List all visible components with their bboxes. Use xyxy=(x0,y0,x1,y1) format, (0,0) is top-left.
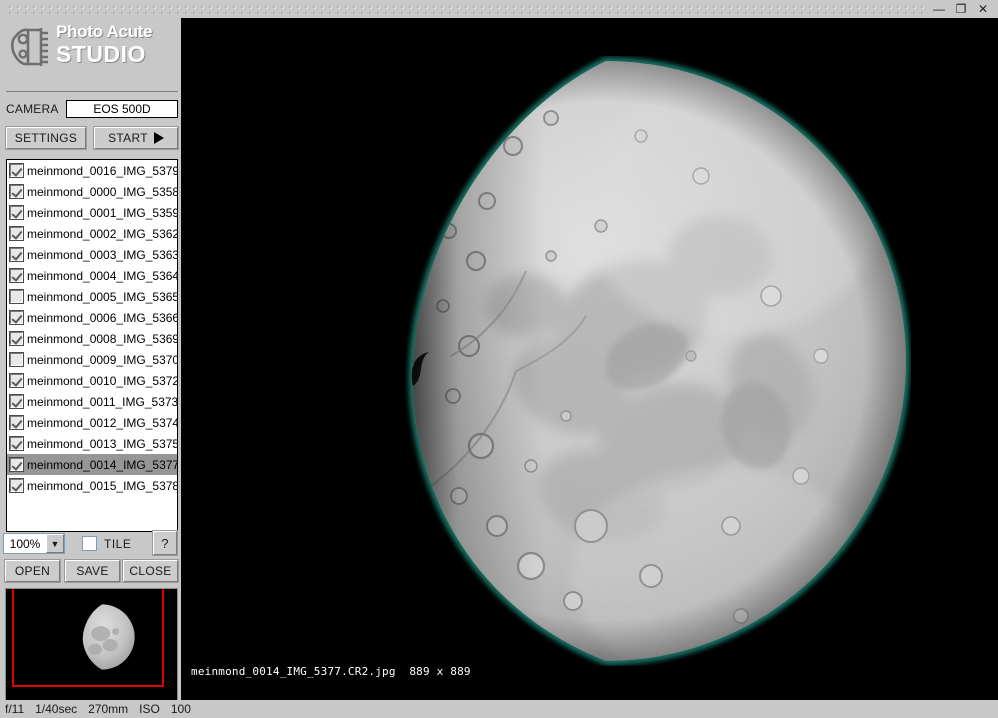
file-checkbox[interactable] xyxy=(9,226,24,241)
save-button-label: SAVE xyxy=(76,564,109,578)
file-checkbox[interactable] xyxy=(9,373,24,388)
list-item[interactable]: meinmond_0001_IMG_5359.CR2 xyxy=(7,202,177,223)
list-item[interactable]: meinmond_0015_IMG_5378.CR2 xyxy=(7,475,177,496)
logo-line-photoacute: Photo Acute xyxy=(56,22,153,41)
file-checkbox[interactable] xyxy=(9,247,24,262)
logo-divider xyxy=(6,91,178,92)
help-button-label: ? xyxy=(161,535,169,551)
file-name-label: meinmond_0005_IMG_5365.CR2 xyxy=(27,289,177,304)
file-name-label: meinmond_0013_IMG_5375.CR2 xyxy=(27,436,177,451)
status-iso-label: ISO xyxy=(139,702,160,716)
list-item[interactable]: meinmond_0010_IMG_5372.CR2 xyxy=(7,370,177,391)
file-checkbox[interactable] xyxy=(9,352,24,367)
file-name-label: meinmond_0002_IMG_5362.CR2 xyxy=(27,226,177,241)
list-item[interactable]: meinmond_0002_IMG_5362.CR2 xyxy=(7,223,177,244)
start-button-label: START xyxy=(108,131,148,145)
zoom-level-select[interactable]: 100% ▼ xyxy=(3,533,65,554)
image-info-overlay: meinmond_0014_IMG_5377.CR2.jpg 889 x 889 xyxy=(191,665,471,678)
list-item[interactable]: meinmond_0013_IMG_5375.CR2 xyxy=(7,433,177,454)
file-checkbox[interactable] xyxy=(9,331,24,346)
file-checkbox[interactable] xyxy=(9,436,24,451)
close-button[interactable]: ✕ xyxy=(972,0,994,18)
file-name-label: meinmond_0014_IMG_5377.CR2 xyxy=(27,457,177,472)
status-shutter: 1/40sec xyxy=(35,702,78,716)
file-checkbox[interactable] xyxy=(9,268,24,283)
file-checkbox[interactable] xyxy=(9,478,24,493)
file-name-label: meinmond_0012_IMG_5374.CR2 xyxy=(27,415,177,430)
file-checkbox[interactable] xyxy=(9,184,24,199)
camera-row: CAMERA EOS 500D xyxy=(6,100,178,118)
viewport-crop-rectangle[interactable] xyxy=(12,589,164,687)
list-item[interactable]: meinmond_0012_IMG_5374.CR2 xyxy=(7,412,177,433)
file-name-label: meinmond_0004_IMG_5364.CR2 xyxy=(27,268,177,283)
status-focal-length: 270mm xyxy=(88,702,129,716)
list-item[interactable]: meinmond_0016_IMG_5379.CR2 xyxy=(7,160,177,181)
play-arrow-icon xyxy=(153,132,164,144)
file-checkbox[interactable] xyxy=(9,205,24,220)
list-item[interactable]: meinmond_0009_IMG_5370.CR2 xyxy=(7,349,177,370)
help-button[interactable]: ? xyxy=(152,530,178,556)
file-name-label: meinmond_0015_IMG_5378.CR2 xyxy=(27,478,177,493)
app-logo: Photo Acute STUDIO xyxy=(6,20,178,72)
moon-photograph xyxy=(301,56,911,666)
file-checkbox[interactable] xyxy=(9,310,24,325)
file-name-label: meinmond_0000_IMG_5358.CR2 xyxy=(27,184,177,199)
left-control-panel: Photo Acute STUDIO CAMERA EOS 500D SETTI… xyxy=(0,18,181,717)
list-item[interactable]: meinmond_0011_IMG_5373.CR2 xyxy=(7,391,177,412)
source-file-list[interactable]: meinmond_0016_IMG_5379.CR2 meinmond_0000_… xyxy=(6,159,178,532)
file-name-label: meinmond_0006_IMG_5366.CR2 xyxy=(27,310,177,325)
list-item[interactable]: meinmond_0000_IMG_5358.CR2 xyxy=(7,181,177,202)
navigator-thumbnail[interactable] xyxy=(5,588,178,717)
file-checkbox[interactable] xyxy=(9,457,24,472)
save-button[interactable]: SAVE xyxy=(64,559,121,583)
settings-button-label: SETTINGS xyxy=(14,131,78,145)
file-name-label: meinmond_0009_IMG_5370.CR2 xyxy=(27,352,177,367)
list-item[interactable]: meinmond_0006_IMG_5366.CR2 xyxy=(7,307,177,328)
tile-label: TILE xyxy=(104,537,132,551)
start-button[interactable]: START xyxy=(93,126,179,150)
file-checkbox[interactable] xyxy=(9,415,24,430)
open-button-label: OPEN xyxy=(14,564,51,578)
list-item[interactable]: meinmond_0008_IMG_5369.CR2 xyxy=(7,328,177,349)
image-viewer[interactable]: meinmond_0014_IMG_5377.CR2.jpg 889 x 889 xyxy=(181,18,998,700)
file-name-label: meinmond_0003_IMG_5363.CR2 xyxy=(27,247,177,262)
camera-model-field[interactable]: EOS 500D xyxy=(66,100,178,118)
file-name-label: meinmond_0016_IMG_5379.CR2 xyxy=(27,163,177,178)
status-bar: f/11 1/40sec 270mm ISO 100 xyxy=(0,700,998,718)
list-item[interactable]: meinmond_0003_IMG_5363.CR2 xyxy=(7,244,177,265)
list-item[interactable]: meinmond_0004_IMG_5364.CR2 xyxy=(7,265,177,286)
status-iso-value: 100 xyxy=(170,702,191,716)
camera-label: CAMERA xyxy=(6,102,59,116)
titlebar-grip-dots xyxy=(6,4,926,14)
list-item[interactable]: meinmond_0005_IMG_5365.CR2 xyxy=(7,286,177,307)
title-bar: — ❐ ✕ xyxy=(0,0,998,18)
tile-checkbox[interactable] xyxy=(82,536,97,551)
file-name-label: meinmond_0011_IMG_5373.CR2 xyxy=(27,394,177,409)
file-name-label: meinmond_0008_IMG_5369.CR2 xyxy=(27,331,177,346)
close-file-button[interactable]: CLOSE xyxy=(122,559,179,583)
settings-button[interactable]: SETTINGS xyxy=(5,126,87,150)
chevron-down-icon[interactable]: ▼ xyxy=(46,534,64,553)
logo-line-studio: STUDIO xyxy=(56,41,146,67)
camera-logo-icon xyxy=(8,26,52,68)
minimize-button[interactable]: — xyxy=(928,0,950,18)
photoacute-studio-window: — ❐ ✕ Photo Acute STUDIO CAMERA EOS 500D… xyxy=(0,0,998,718)
file-name-label: meinmond_0001_IMG_5359.CR2 xyxy=(27,205,177,220)
restore-button[interactable]: ❐ xyxy=(950,0,972,18)
close-file-button-label: CLOSE xyxy=(129,564,172,578)
status-aperture: f/11 xyxy=(5,702,25,716)
list-item[interactable]: meinmond_0014_IMG_5377.CR2 xyxy=(7,454,177,475)
file-checkbox[interactable] xyxy=(9,289,24,304)
file-checkbox[interactable] xyxy=(9,163,24,178)
file-checkbox[interactable] xyxy=(9,394,24,409)
open-button[interactable]: OPEN xyxy=(4,559,61,583)
app-logo-text: Photo Acute STUDIO xyxy=(56,22,184,70)
zoom-level-value: 100% xyxy=(9,536,41,551)
file-name-label: meinmond_0010_IMG_5372.CR2 xyxy=(27,373,177,388)
